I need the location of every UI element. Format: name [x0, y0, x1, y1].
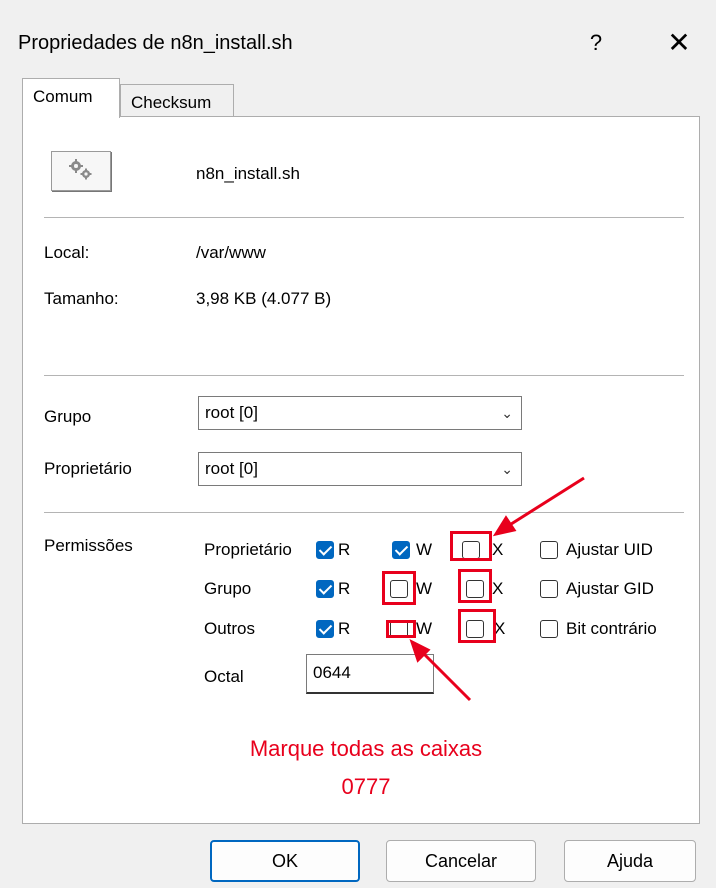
- tab-comum[interactable]: Comum: [22, 78, 120, 118]
- ok-button[interactable]: OK: [210, 840, 360, 882]
- arrow-line: [422, 652, 472, 702]
- annotation-value: 0777: [341, 774, 391, 799]
- help-button[interactable]: Ajuda: [564, 840, 696, 882]
- arrow-line: [507, 476, 585, 528]
- arrow-head: [492, 515, 517, 537]
- cancel-button[interactable]: Cancelar: [386, 840, 536, 882]
- annotation-text: Marque todas as caixas: [249, 736, 483, 761]
